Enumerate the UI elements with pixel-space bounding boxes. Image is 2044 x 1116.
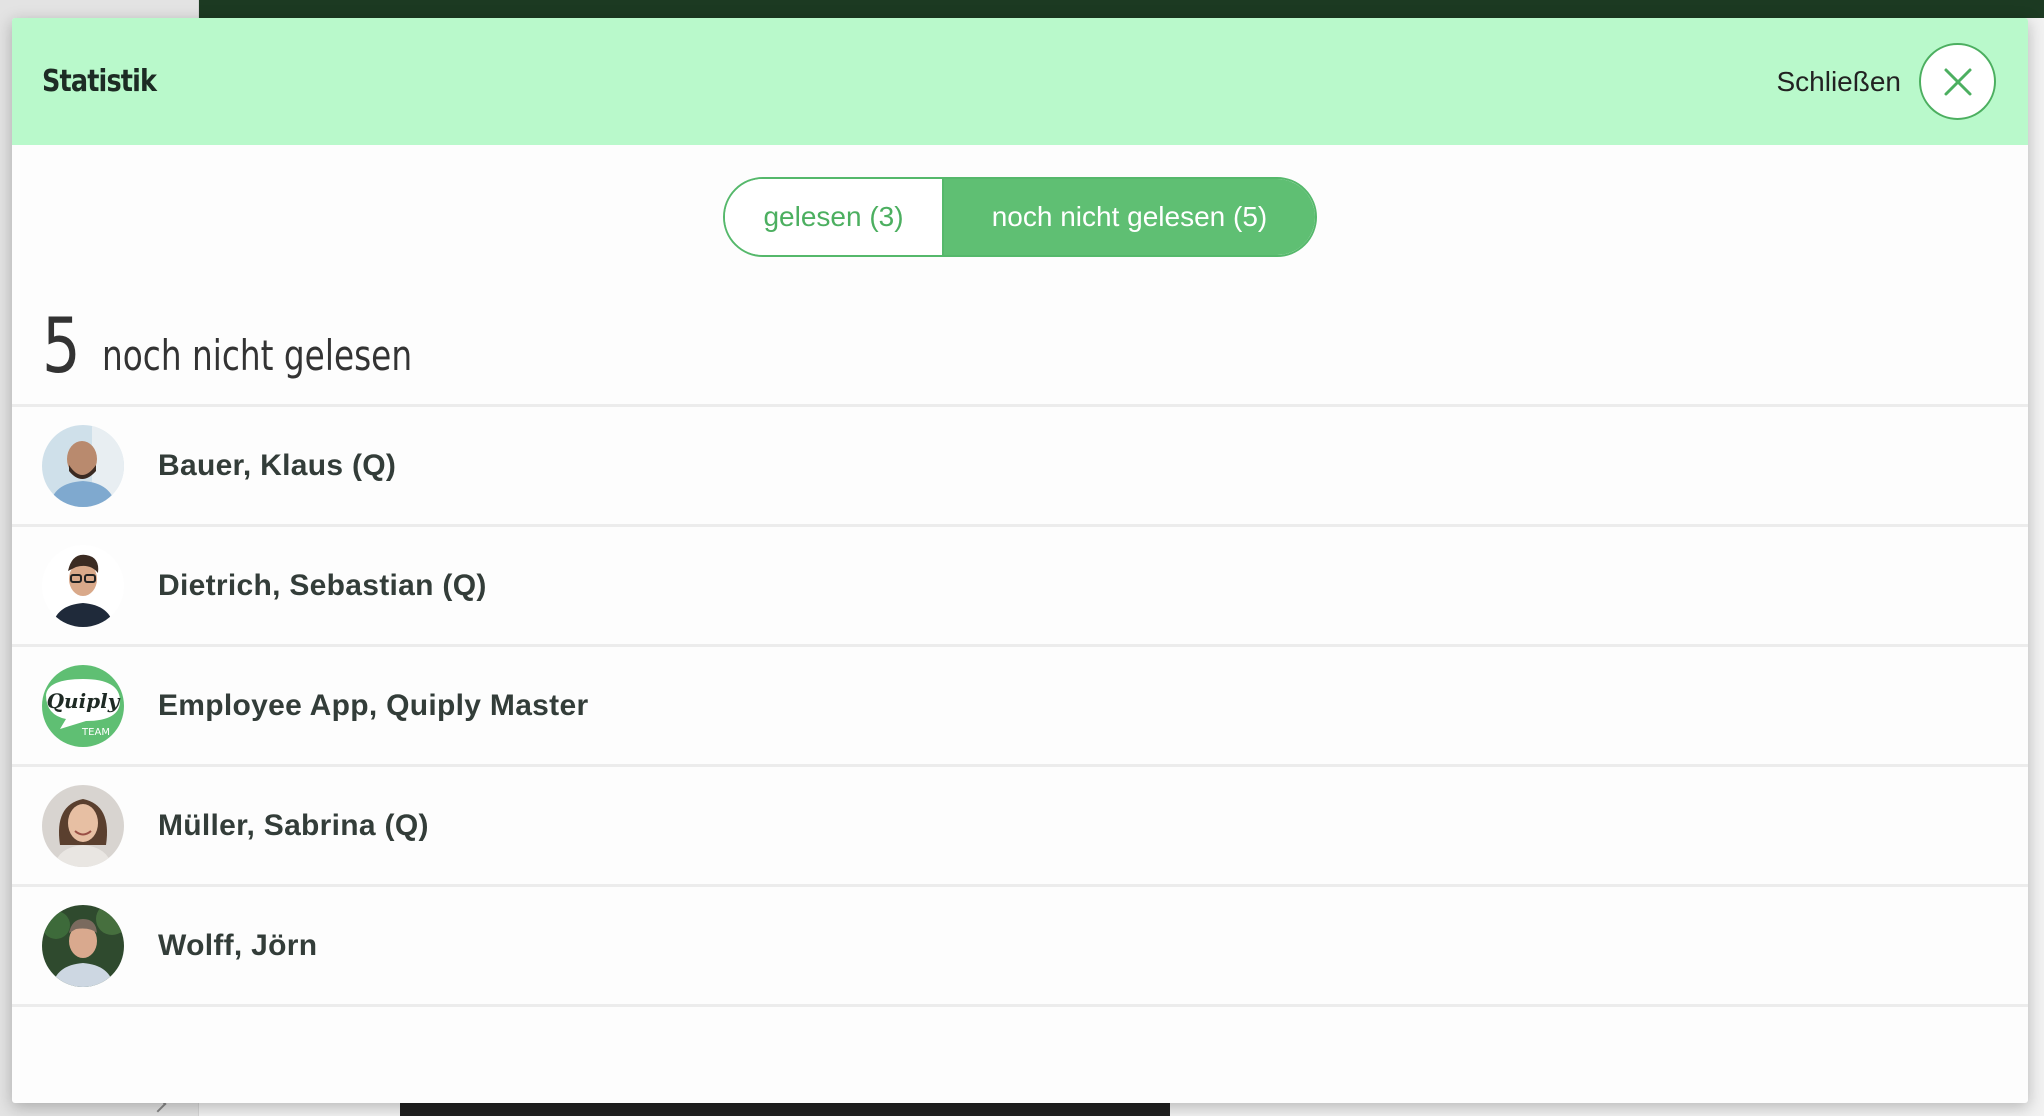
read-status-toggle: gelesen (3) noch nicht gelesen (5) (723, 177, 1317, 257)
user-name: Employee App, Quiply Master (158, 688, 589, 722)
close-label[interactable]: Schließen (1776, 66, 1901, 98)
unread-count-header: 5 noch nicht gelesen (12, 289, 2028, 407)
avatar (42, 544, 124, 627)
list-item[interactable]: Wolff, Jörn (12, 887, 2028, 1007)
statistics-modal: Statistik Schließen gelesen (3) noch nic… (12, 18, 2028, 1103)
list-item[interactable]: Müller, Sabrina (Q) (12, 767, 2028, 887)
user-list: Bauer, Klaus (Q) Dietrich, Sebastian (Q) (12, 407, 2028, 1007)
background-topbar (199, 0, 2044, 18)
user-name: Wolff, Jörn (158, 928, 318, 962)
user-photo-icon (42, 424, 124, 507)
avatar (42, 904, 124, 987)
user-name: Dietrich, Sebastian (Q) (158, 568, 487, 602)
user-photo-icon (42, 544, 124, 627)
avatar: Quiply TEAM (42, 664, 124, 747)
quiply-team-logo-icon: Quiply TEAM (42, 664, 124, 747)
modal-header: Statistik Schließen (12, 18, 2028, 145)
modal-title: Statistik (42, 64, 157, 99)
user-photo-icon (42, 904, 124, 987)
svg-text:TEAM: TEAM (81, 727, 110, 738)
tab-unread[interactable]: noch nicht gelesen (5) (944, 179, 1315, 255)
close-icon (1944, 68, 1971, 95)
avatar (42, 424, 124, 507)
read-status-toggle-row: gelesen (3) noch nicht gelesen (5) (12, 177, 2028, 257)
user-photo-icon (42, 784, 124, 867)
list-item[interactable]: Quiply TEAM Employee App, Quiply Master (12, 647, 2028, 767)
user-name: Bauer, Klaus (Q) (158, 448, 397, 482)
unread-count-label: noch nicht gelesen (102, 331, 413, 380)
svg-text:Quiply: Quiply (47, 689, 121, 713)
close-button[interactable] (1919, 43, 1996, 120)
user-name: Müller, Sabrina (Q) (158, 808, 429, 842)
list-item[interactable]: Dietrich, Sebastian (Q) (12, 527, 2028, 647)
avatar (42, 784, 124, 867)
tab-read[interactable]: gelesen (3) (725, 179, 944, 255)
close-control[interactable]: Schließen (1776, 43, 1996, 120)
list-item[interactable]: Bauer, Klaus (Q) (12, 407, 2028, 527)
unread-count-number: 5 (42, 301, 81, 390)
